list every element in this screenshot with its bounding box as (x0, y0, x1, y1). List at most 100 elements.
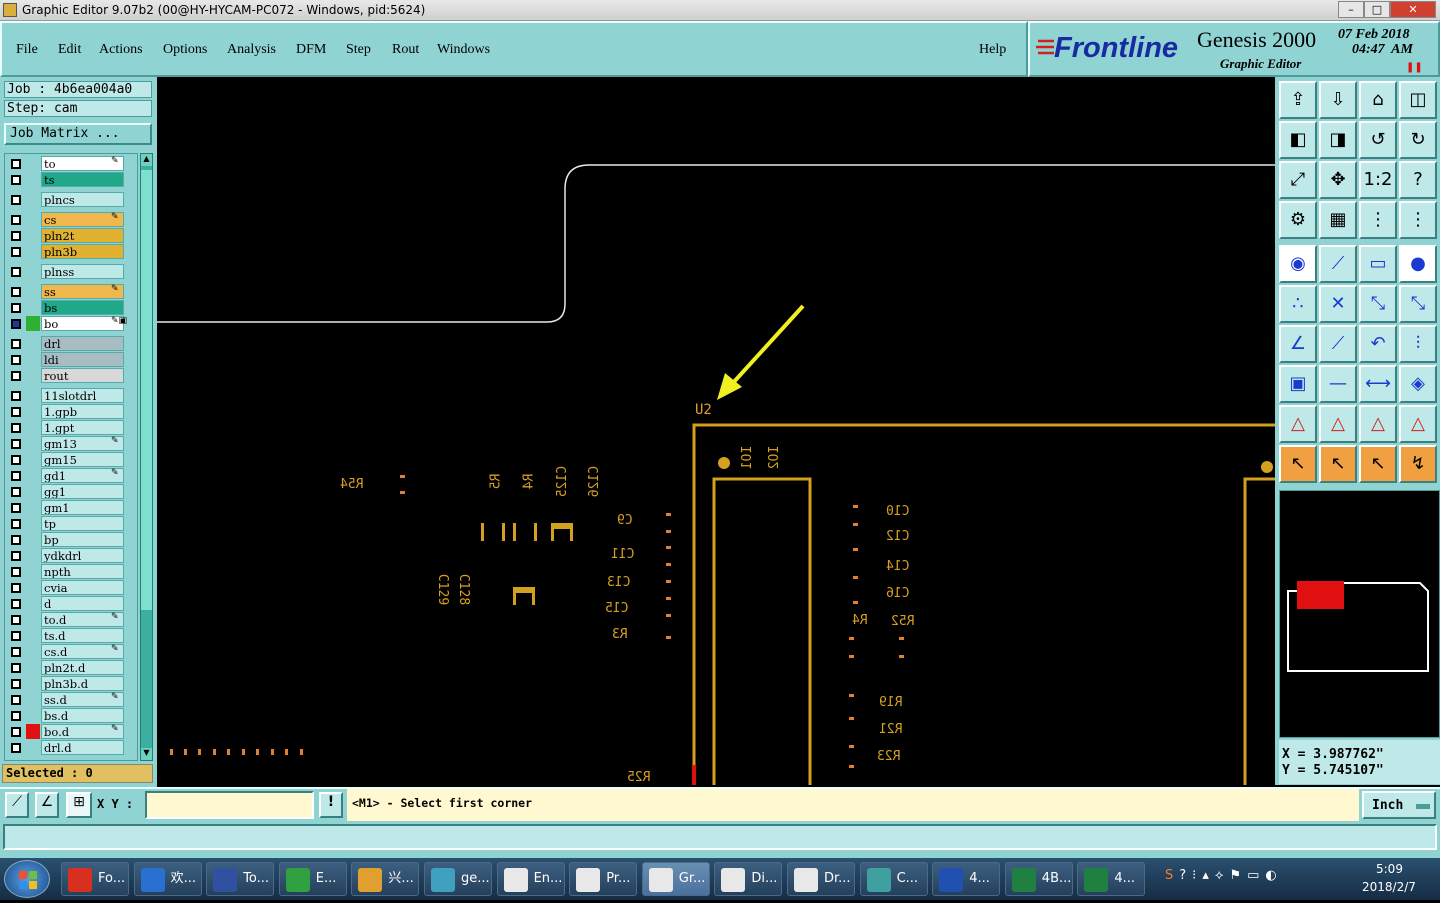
triangle-c-icon[interactable]: △ (1399, 405, 1437, 443)
layer-checkbox[interactable] (11, 247, 21, 257)
triangle-icon[interactable]: △ (1279, 405, 1317, 443)
layer-name[interactable]: rout (41, 368, 124, 383)
layer-scrollbar[interactable]: ▲ ▼ (140, 153, 153, 761)
snap-angle-icon[interactable]: ∠ (35, 792, 59, 818)
taskbar-item[interactable]: En... (496, 862, 565, 896)
layer-row-to-d[interactable]: to.d ✎ (5, 612, 137, 628)
layer-checkbox[interactable] (11, 711, 21, 721)
layer-name[interactable]: 1.gpb (41, 404, 124, 419)
layer-checkbox[interactable] (11, 663, 21, 673)
taskbar-item[interactable]: 4B... (1004, 862, 1073, 896)
layer-name[interactable]: ydkdrl (41, 548, 124, 563)
layer-checkbox[interactable] (11, 519, 21, 529)
layer-checkbox[interactable] (11, 567, 21, 577)
layer-toggle-icon[interactable]: ⋮ (1359, 201, 1397, 239)
layer-checkbox[interactable] (11, 551, 21, 561)
layer-name[interactable]: gm15 (41, 452, 124, 467)
prev-step-icon[interactable]: ◧ (1279, 121, 1317, 159)
snap-red-icon[interactable]: ⤡ (1399, 285, 1437, 323)
triangle-a-icon[interactable]: △ (1319, 405, 1357, 443)
layer-name[interactable]: 1.gpt (41, 420, 124, 435)
layer-row-ts-d[interactable]: ts.d (5, 628, 137, 644)
layer-name[interactable]: d (41, 596, 124, 611)
minimize-button[interactable]: – (1338, 1, 1364, 18)
zoom-one-icon[interactable]: 1:2 (1359, 161, 1397, 199)
layer-name[interactable]: plnss (41, 264, 124, 279)
clock-time[interactable]: 5:09 (1376, 862, 1403, 876)
layer-row-pln2t-d[interactable]: pln2t.d (5, 660, 137, 676)
layer-checkbox[interactable] (11, 695, 21, 705)
layer-row-gm15[interactable]: gm15 (5, 452, 137, 468)
layer-checkbox[interactable] (11, 319, 21, 329)
menu-help[interactable]: Help (979, 42, 1006, 58)
layer-checkbox[interactable] (11, 175, 21, 185)
layer-row-pln2t[interactable]: pln2t (5, 228, 137, 244)
layer-checkbox[interactable] (11, 487, 21, 497)
layer-name[interactable]: cvia (41, 580, 124, 595)
taskbar-item[interactable]: C... (859, 862, 928, 896)
redraw-icon[interactable]: ↻ (1399, 121, 1437, 159)
layer-name[interactable]: pln3b (41, 244, 124, 259)
taskbar-item[interactable]: 4... (932, 862, 1001, 896)
layer-checkbox[interactable] (11, 159, 21, 169)
route-icon[interactable]: ↯ (1399, 445, 1437, 483)
layer-row-gd1[interactable]: gd1 ✎ (5, 468, 137, 484)
layer-checkbox[interactable] (11, 391, 21, 401)
xy-input[interactable] (145, 791, 314, 819)
layer-row-cs[interactable]: cs ✎ (5, 212, 137, 228)
layer-row-npth[interactable]: npth (5, 564, 137, 580)
arc-icon[interactable]: ↶ (1359, 325, 1397, 363)
system-tray[interactable]: S?⁝▴⟡⚑▭◐ (1165, 868, 1355, 890)
hline-icon[interactable]: — (1319, 365, 1357, 403)
menu-rout[interactable]: Rout (392, 42, 419, 58)
close-button[interactable]: ✕ (1390, 1, 1436, 18)
layer-row-cvia[interactable]: cvia (5, 580, 137, 596)
tray-network-icon[interactable]: ▭ (1247, 868, 1265, 883)
layer-row-ss-d[interactable]: ss.d ✎ (5, 692, 137, 708)
graphic-canvas[interactable]: U2 R54 R5 R4 C125 C126 C9 C11 C13 C15 R3… (157, 77, 1275, 785)
ruler-icon[interactable]: ▭ (1359, 245, 1397, 283)
menu-windows[interactable]: Windows (437, 42, 490, 58)
line-red-icon[interactable]: ⟋ (1319, 325, 1357, 363)
layer-name[interactable]: pln2t.d (41, 660, 124, 675)
layer-row-gm1[interactable]: gm1 (5, 500, 137, 516)
layer-name[interactable]: ldi (41, 352, 124, 367)
layer-row-bo-d[interactable]: bo.d ✎ (5, 724, 137, 740)
tray-volume-icon[interactable]: ◐ (1265, 868, 1282, 883)
layer-checkbox[interactable] (11, 599, 21, 609)
scroll-down-icon[interactable]: ▼ (141, 748, 152, 760)
layer-name[interactable]: npth (41, 564, 124, 579)
layer-row-rout[interactable]: rout (5, 368, 137, 384)
layer-checkbox[interactable] (11, 231, 21, 241)
layer-name[interactable]: plncs (41, 192, 124, 207)
target-icon[interactable]: ● (1399, 245, 1437, 283)
taskbar-item[interactable]: 欢... (133, 862, 202, 896)
layer-checkbox[interactable] (11, 631, 21, 641)
layer-checkbox[interactable] (11, 535, 21, 545)
layer-checkbox[interactable] (11, 339, 21, 349)
taskbar-item[interactable]: ge... (424, 862, 492, 896)
layer-checkbox[interactable] (11, 287, 21, 297)
overview-map[interactable] (1279, 490, 1440, 738)
layer-row-tp[interactable]: tp (5, 516, 137, 532)
layer-checkbox[interactable] (11, 615, 21, 625)
tray-s-icon[interactable]: S (1165, 868, 1179, 883)
layer-checkbox[interactable] (11, 303, 21, 313)
layer-row-bs-d[interactable]: bs.d (5, 708, 137, 724)
job-matrix-button[interactable]: Job Matrix ... (4, 123, 152, 145)
menu-edit[interactable]: Edit (58, 42, 81, 58)
layer-checkbox[interactable] (11, 407, 21, 417)
layer-row-gg1[interactable]: gg1 (5, 484, 137, 500)
layer-checkbox[interactable] (11, 439, 21, 449)
snap-node-icon[interactable]: ∴ (1279, 285, 1317, 323)
layer-name[interactable]: bs.d (41, 708, 124, 723)
tray-flag-icon[interactable]: ⚑ (1229, 868, 1247, 883)
menu-actions[interactable]: Actions (99, 42, 143, 58)
unit-selector[interactable]: Inch (1362, 791, 1436, 819)
layer-row-1-gpt[interactable]: 1.gpt (5, 420, 137, 436)
settings-icon[interactable]: ⚙ (1279, 201, 1317, 239)
layer-row-pln3b[interactable]: pln3b (5, 244, 137, 260)
zoom-center-icon[interactable]: ✥ (1319, 161, 1357, 199)
layer-row-ldi[interactable]: ldi (5, 352, 137, 368)
tray-app-icon[interactable]: ⟡ (1215, 868, 1230, 883)
